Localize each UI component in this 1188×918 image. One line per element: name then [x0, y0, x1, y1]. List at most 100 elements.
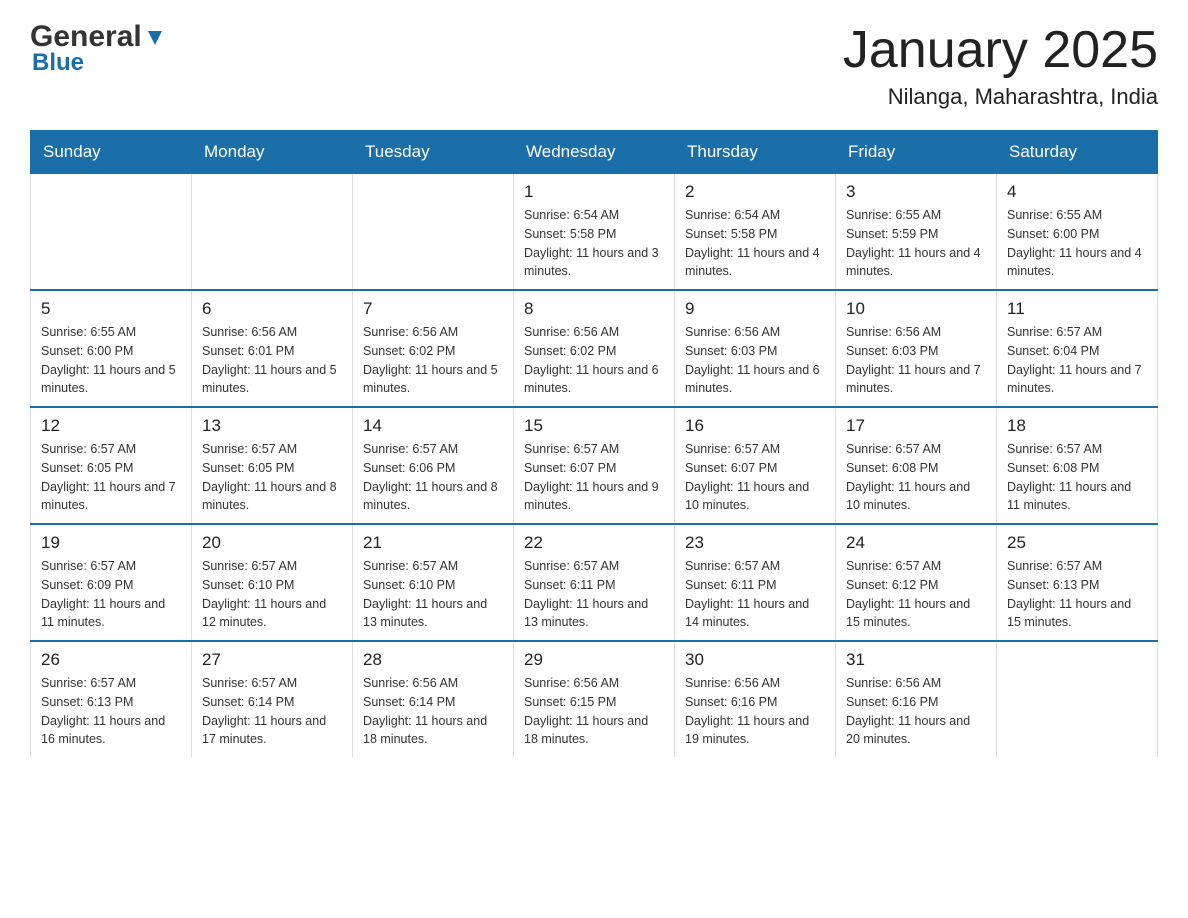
day-info: Sunrise: 6:57 AM Sunset: 6:12 PM Dayligh… — [846, 557, 986, 632]
day-info: Sunrise: 6:56 AM Sunset: 6:16 PM Dayligh… — [846, 674, 986, 749]
day-number: 28 — [363, 650, 503, 670]
calendar-week-row: 1 Sunrise: 6:54 AM Sunset: 5:58 PM Daylig… — [31, 173, 1158, 290]
day-number: 6 — [202, 299, 342, 319]
day-number: 26 — [41, 650, 181, 670]
day-number: 18 — [1007, 416, 1147, 436]
calendar-cell: 31 Sunrise: 6:56 AM Sunset: 6:16 PM Dayli… — [836, 641, 997, 757]
calendar-cell: 2 Sunrise: 6:54 AM Sunset: 5:58 PM Daylig… — [675, 173, 836, 290]
day-number: 17 — [846, 416, 986, 436]
day-info: Sunrise: 6:56 AM Sunset: 6:02 PM Dayligh… — [524, 323, 664, 398]
calendar-cell: 25Sunrise: 6:57 AM Sunset: 6:13 PM Dayli… — [997, 524, 1158, 641]
calendar-cell: 24 Sunrise: 6:57 AM Sunset: 6:12 PM Dayli… — [836, 524, 997, 641]
day-info: Sunrise: 6:57 AM Sunset: 6:10 PM Dayligh… — [363, 557, 503, 632]
day-number: 2 — [685, 182, 825, 202]
day-of-week-header: Tuesday — [353, 131, 514, 173]
page-header: General Blue January 2025 Nilanga, Mahar… — [30, 20, 1158, 110]
calendar-table: SundayMondayTuesdayWednesdayThursdayFrid… — [30, 130, 1158, 757]
calendar-cell: 17Sunrise: 6:57 AM Sunset: 6:08 PM Dayli… — [836, 407, 997, 524]
calendar-cell: 5Sunrise: 6:55 AM Sunset: 6:00 PM Daylig… — [31, 290, 192, 407]
day-info: Sunrise: 6:55 AM Sunset: 6:00 PM Dayligh… — [1007, 206, 1147, 281]
calendar-cell — [353, 173, 514, 290]
day-number: 31 — [846, 650, 986, 670]
day-info: Sunrise: 6:57 AM Sunset: 6:05 PM Dayligh… — [202, 440, 342, 515]
day-number: 25 — [1007, 533, 1147, 553]
calendar-header-row: SundayMondayTuesdayWednesdayThursdayFrid… — [31, 131, 1158, 173]
day-number: 30 — [685, 650, 825, 670]
logo-blue: Blue — [32, 49, 84, 77]
day-number: 19 — [41, 533, 181, 553]
calendar-cell: 21 Sunrise: 6:57 AM Sunset: 6:10 PM Dayli… — [353, 524, 514, 641]
calendar-cell: 26 Sunrise: 6:57 AM Sunset: 6:13 PM Dayli… — [31, 641, 192, 757]
day-number: 23 — [685, 533, 825, 553]
calendar-cell: 9 Sunrise: 6:56 AM Sunset: 6:03 PM Daylig… — [675, 290, 836, 407]
calendar-cell — [997, 641, 1158, 757]
day-of-week-header: Sunday — [31, 131, 192, 173]
day-info: Sunrise: 6:57 AM Sunset: 6:05 PM Dayligh… — [41, 440, 181, 515]
day-number: 29 — [524, 650, 664, 670]
day-of-week-header: Friday — [836, 131, 997, 173]
day-info: Sunrise: 6:57 AM Sunset: 6:07 PM Dayligh… — [685, 440, 825, 515]
calendar-week-row: 26 Sunrise: 6:57 AM Sunset: 6:13 PM Dayli… — [31, 641, 1158, 757]
title-area: January 2025 Nilanga, Maharashtra, India — [843, 20, 1158, 110]
calendar-cell — [31, 173, 192, 290]
day-number: 9 — [685, 299, 825, 319]
day-info: Sunrise: 6:57 AM Sunset: 6:10 PM Dayligh… — [202, 557, 342, 632]
day-info: Sunrise: 6:57 AM Sunset: 6:08 PM Dayligh… — [1007, 440, 1147, 515]
calendar-cell: 10 Sunrise: 6:56 AM Sunset: 6:03 PM Dayli… — [836, 290, 997, 407]
day-of-week-header: Saturday — [997, 131, 1158, 173]
day-number: 8 — [524, 299, 664, 319]
location-title: Nilanga, Maharashtra, India — [843, 84, 1158, 110]
day-of-week-header: Wednesday — [514, 131, 675, 173]
day-info: Sunrise: 6:56 AM Sunset: 6:15 PM Dayligh… — [524, 674, 664, 749]
day-info: Sunrise: 6:57 AM Sunset: 6:09 PM Dayligh… — [41, 557, 181, 632]
day-info: Sunrise: 6:56 AM Sunset: 6:03 PM Dayligh… — [685, 323, 825, 398]
day-info: Sunrise: 6:57 AM Sunset: 6:04 PM Dayligh… — [1007, 323, 1147, 398]
day-of-week-header: Thursday — [675, 131, 836, 173]
calendar-week-row: 12 Sunrise: 6:57 AM Sunset: 6:05 PM Dayli… — [31, 407, 1158, 524]
day-info: Sunrise: 6:57 AM Sunset: 6:14 PM Dayligh… — [202, 674, 342, 749]
day-info: Sunrise: 6:57 AM Sunset: 6:11 PM Dayligh… — [685, 557, 825, 632]
calendar-cell: 12 Sunrise: 6:57 AM Sunset: 6:05 PM Dayli… — [31, 407, 192, 524]
month-title: January 2025 — [843, 20, 1158, 80]
day-info: Sunrise: 6:57 AM Sunset: 6:07 PM Dayligh… — [524, 440, 664, 515]
calendar-cell: 28 Sunrise: 6:56 AM Sunset: 6:14 PM Dayli… — [353, 641, 514, 757]
day-info: Sunrise: 6:57 AM Sunset: 6:13 PM Dayligh… — [41, 674, 181, 749]
calendar-cell: 4 Sunrise: 6:55 AM Sunset: 6:00 PM Daylig… — [997, 173, 1158, 290]
day-info: Sunrise: 6:56 AM Sunset: 6:02 PM Dayligh… — [363, 323, 503, 398]
day-info: Sunrise: 6:56 AM Sunset: 6:14 PM Dayligh… — [363, 674, 503, 749]
calendar-cell: 14Sunrise: 6:57 AM Sunset: 6:06 PM Dayli… — [353, 407, 514, 524]
day-number: 12 — [41, 416, 181, 436]
calendar-cell: 22 Sunrise: 6:57 AM Sunset: 6:11 PM Dayli… — [514, 524, 675, 641]
calendar-cell — [192, 173, 353, 290]
day-of-week-header: Monday — [192, 131, 353, 173]
calendar-cell: 16Sunrise: 6:57 AM Sunset: 6:07 PM Dayli… — [675, 407, 836, 524]
day-info: Sunrise: 6:57 AM Sunset: 6:11 PM Dayligh… — [524, 557, 664, 632]
day-number: 1 — [524, 182, 664, 202]
day-number: 13 — [202, 416, 342, 436]
day-info: Sunrise: 6:56 AM Sunset: 6:03 PM Dayligh… — [846, 323, 986, 398]
calendar-cell: 19 Sunrise: 6:57 AM Sunset: 6:09 PM Dayli… — [31, 524, 192, 641]
day-info: Sunrise: 6:55 AM Sunset: 6:00 PM Dayligh… — [41, 323, 181, 398]
calendar-cell: 11 Sunrise: 6:57 AM Sunset: 6:04 PM Dayli… — [997, 290, 1158, 407]
calendar-cell: 20 Sunrise: 6:57 AM Sunset: 6:10 PM Dayli… — [192, 524, 353, 641]
calendar-cell: 3Sunrise: 6:55 AM Sunset: 5:59 PM Daylig… — [836, 173, 997, 290]
calendar-cell: 15 Sunrise: 6:57 AM Sunset: 6:07 PM Dayli… — [514, 407, 675, 524]
logo: General Blue — [30, 20, 166, 77]
calendar-cell: 8 Sunrise: 6:56 AM Sunset: 6:02 PM Daylig… — [514, 290, 675, 407]
day-number: 11 — [1007, 299, 1147, 319]
day-number: 10 — [846, 299, 986, 319]
calendar-cell: 29 Sunrise: 6:56 AM Sunset: 6:15 PM Dayli… — [514, 641, 675, 757]
day-number: 27 — [202, 650, 342, 670]
day-number: 4 — [1007, 182, 1147, 202]
day-number: 24 — [846, 533, 986, 553]
day-number: 22 — [524, 533, 664, 553]
day-number: 21 — [363, 533, 503, 553]
day-info: Sunrise: 6:54 AM Sunset: 5:58 PM Dayligh… — [685, 206, 825, 281]
day-info: Sunrise: 6:57 AM Sunset: 6:06 PM Dayligh… — [363, 440, 503, 515]
day-number: 7 — [363, 299, 503, 319]
day-info: Sunrise: 6:56 AM Sunset: 6:01 PM Dayligh… — [202, 323, 342, 398]
day-number: 15 — [524, 416, 664, 436]
day-number: 20 — [202, 533, 342, 553]
calendar-cell: 1Sunrise: 6:54 AM Sunset: 5:58 PM Daylig… — [514, 173, 675, 290]
calendar-cell: 13 Sunrise: 6:57 AM Sunset: 6:05 PM Dayli… — [192, 407, 353, 524]
